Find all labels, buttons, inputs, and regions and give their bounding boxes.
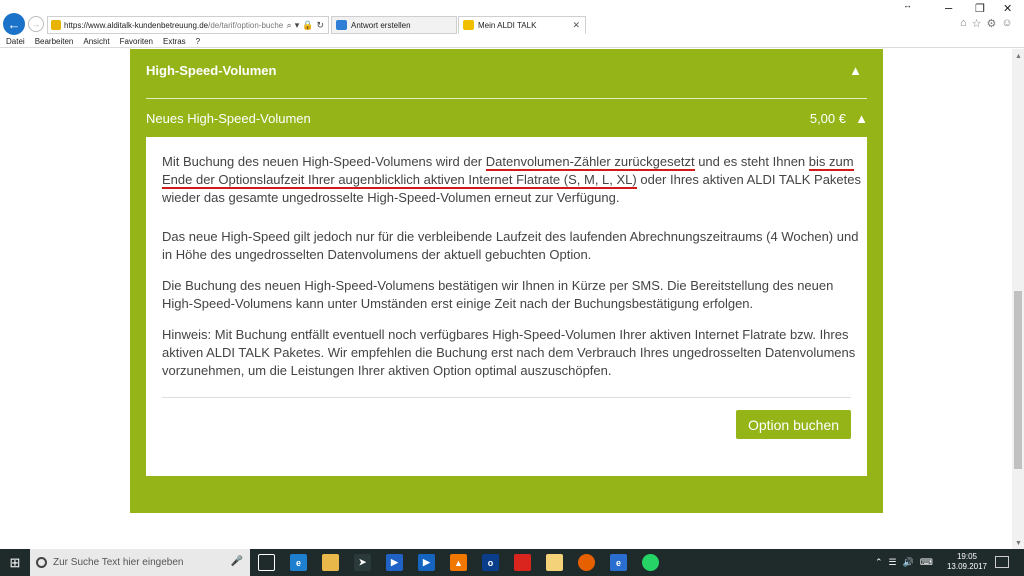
home-icon[interactable]: ⌂ (960, 17, 967, 30)
scroll-down-icon[interactable]: ▼ (1015, 540, 1022, 547)
site-favicon-icon (51, 20, 61, 30)
video-icon[interactable]: ▶ (418, 554, 435, 571)
page-viewport: High-Speed-Volumen ▲ Neues High-Speed-Vo… (0, 49, 1012, 549)
hint-paragraph: Hinweis: Mit Buchung entfällt eventuell … (162, 327, 856, 378)
scroll-thumb[interactable] (1014, 291, 1022, 469)
search-placeholder: Zur Suche Text hier eingeben (53, 557, 184, 568)
vlc-icon[interactable]: ▲ (450, 554, 467, 571)
option-details-card: Mit Buchung des neuen High-Speed-Volumen… (146, 137, 867, 476)
keyboard-icon[interactable]: ⌨ (920, 557, 933, 568)
firefox-icon[interactable] (578, 554, 595, 571)
book-option-button[interactable]: Option buchen (736, 410, 851, 439)
microphone-icon[interactable]: 🎤 (231, 556, 243, 567)
scroll-up-icon[interactable]: ▲ (1015, 53, 1022, 60)
refresh-icon[interactable]: ↻ (316, 20, 324, 31)
taskbar-search-input[interactable]: Zur Suche Text hier eingeben 🎤 (30, 549, 250, 576)
search-icon[interactable]: ⌕ (287, 20, 292, 31)
menu-bearbeiten[interactable]: Bearbeiten (35, 37, 74, 48)
tab-antwort-erstellen[interactable]: Antwort erstellen (331, 16, 457, 34)
outlook-icon[interactable]: o (482, 554, 499, 571)
whatsapp-icon[interactable] (642, 554, 659, 571)
description-paragraph-2: Das neue High-Speed gilt jedoch nur für … (162, 229, 859, 262)
minimize-button[interactable]: – (945, 0, 952, 15)
app-icon[interactable]: ➤ (354, 554, 371, 571)
collapse-caret-icon[interactable]: ▲ (855, 111, 868, 126)
network-icon[interactable]: ☰ (889, 557, 897, 568)
new-tab-button[interactable] (588, 16, 606, 34)
edge-icon[interactable]: e (290, 554, 307, 571)
internet-explorer-icon[interactable]: e (610, 554, 627, 571)
description-paragraph-1: Mit Buchung des neuen High-Speed-Volumen… (162, 154, 861, 205)
clock-date: 13.09.2017 (946, 562, 988, 571)
tab-favicon-icon (463, 20, 474, 30)
back-button[interactable]: ← (3, 13, 25, 35)
expand-tray-icon[interactable]: ⌃ (875, 557, 883, 568)
description-paragraph-3: Die Buchung des neuen High-Speed-Volumen… (162, 278, 834, 311)
section-title: High-Speed-Volumen (146, 63, 277, 78)
close-tab-icon[interactable]: ✕ (572, 20, 580, 31)
divider (162, 397, 851, 398)
red-app-icon[interactable] (514, 554, 531, 571)
resize-arrows-icon: ↔ (903, 0, 912, 10)
menu-bar: Datei Bearbeiten Ansicht Favoriten Extra… (0, 37, 200, 48)
menu-help[interactable]: ? (196, 37, 200, 48)
section-header[interactable]: High-Speed-Volumen ▲ (146, 63, 868, 78)
highlight-counter-reset: Datenvolumen-Zähler zurückgesetzt (485, 154, 695, 171)
notifications-icon[interactable] (995, 556, 1009, 568)
smiley-feedback-icon[interactable]: ☺ (1001, 17, 1012, 30)
paint-icon[interactable] (546, 554, 563, 571)
address-url: https://www.alditalk-kundenbetreuung.de/… (64, 20, 283, 30)
taskbar: ⊞ Zur Suche Text hier eingeben 🎤 e ➤ ▶ ▶… (0, 549, 1024, 576)
menu-extras[interactable]: Extras (163, 37, 186, 48)
sub-header[interactable]: Neues High-Speed-Volumen 5,00 € ▲ (146, 111, 868, 126)
menu-ansicht[interactable]: Ansicht (83, 37, 109, 48)
volume-icon[interactable]: 🔊 (903, 557, 914, 568)
cortana-icon (36, 557, 47, 568)
maximize-button[interactable]: ❐ (975, 2, 985, 15)
vertical-scrollbar[interactable]: ▲ ▼ (1012, 49, 1024, 549)
tab-label: Antwort erstellen (351, 20, 411, 30)
lock-icon[interactable]: 🔒 (302, 20, 313, 31)
settings-gear-icon[interactable]: ⚙ (987, 17, 997, 30)
sub-title: Neues High-Speed-Volumen (146, 111, 311, 126)
tab-label: Mein ALDI TALK (478, 20, 537, 30)
forward-button[interactable]: → (28, 16, 44, 32)
browser-chrome: ← → https://www.alditalk-kundenbetreuung… (0, 0, 1024, 48)
option-panel: High-Speed-Volumen ▲ Neues High-Speed-Vo… (130, 49, 883, 513)
task-view-icon[interactable] (258, 554, 275, 571)
windows-start-icon[interactable]: ⊞ (0, 549, 30, 576)
close-window-button[interactable]: ✕ (1003, 2, 1012, 15)
address-bar[interactable]: https://www.alditalk-kundenbetreuung.de/… (47, 16, 329, 34)
dropdown-icon[interactable]: ▾ (295, 20, 300, 31)
clock-time: 19:05 (956, 552, 978, 561)
collapse-caret-icon[interactable]: ▲ (849, 63, 862, 78)
menu-datei[interactable]: Datei (6, 37, 25, 48)
menu-favoriten[interactable]: Favoriten (120, 37, 153, 48)
price-label: 5,00 € (809, 111, 846, 126)
divider (146, 98, 867, 99)
file-explorer-icon[interactable] (322, 554, 339, 571)
favorites-star-icon[interactable]: ☆ (972, 17, 982, 30)
tab-favicon-icon (336, 20, 347, 30)
system-tray: ⌃ ☰ 🔊 ⌨ (875, 549, 933, 576)
tab-mein-aldi-talk[interactable]: Mein ALDI TALK ✕ (458, 16, 586, 34)
taskbar-clock[interactable]: 19:05 13.09.2017 (945, 552, 989, 572)
media-player-icon[interactable]: ▶ (386, 554, 403, 571)
